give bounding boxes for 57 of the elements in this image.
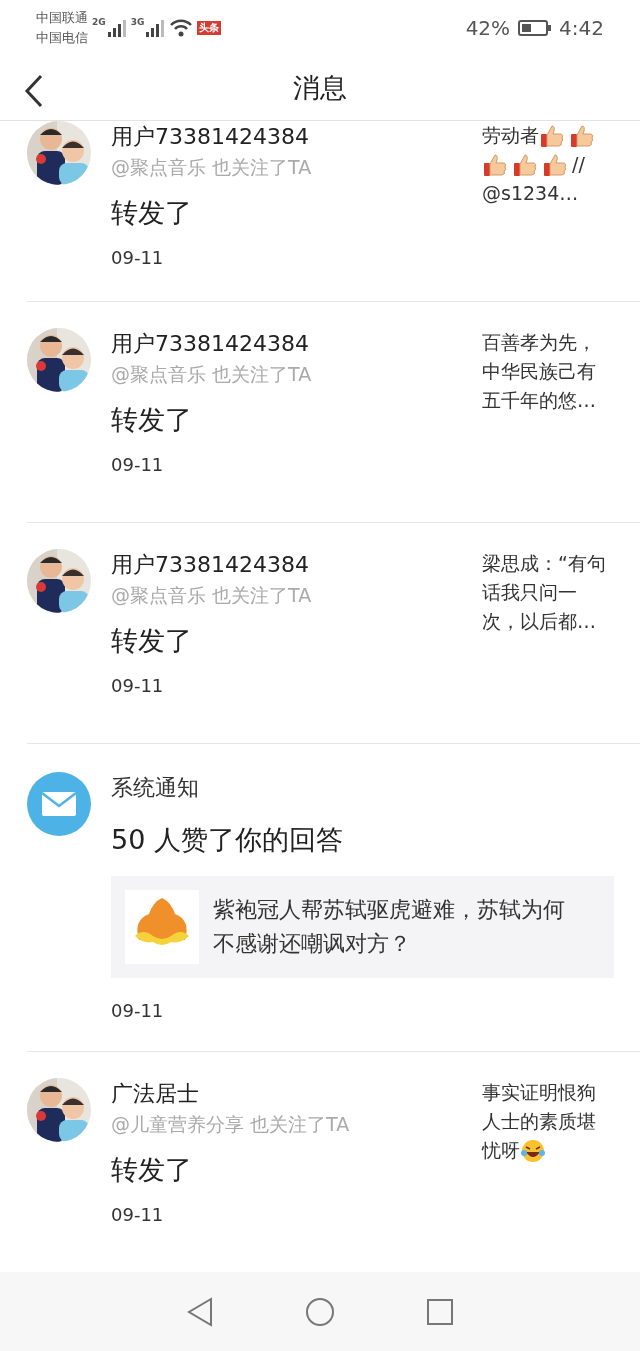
preview-text: @s1234… [482,181,579,206]
message-date: 09-11 [111,246,165,270]
action-text: 转发了 [111,196,193,230]
signal-icon [145,17,166,38]
battery-percent: 42% [465,14,511,42]
message-item[interactable]: 广法居士 @儿童营养分享 也关注了TA 转发了 09-11 事实证明恨狗人士的素质堪 忧呀 [0,1052,640,1272]
user-name: 用户73381424384 [111,551,310,579]
thumbs-up-icon [482,151,508,178]
thumbs-up-icon [512,151,538,178]
preview-text: 百善孝为先，中华民族己有五千年的悠… [482,330,597,413]
laughing-emoji-icon [520,1137,546,1164]
app-notification-badge: 头条 [197,20,222,35]
preview-text: 忧呀 [482,1138,520,1163]
message-item[interactable]: 用户73381424384 @聚点音乐 也关注了TA 转发了 09-11 梁思成：“有句话我只问一次，以后都… [0,523,640,743]
action-text: 转发了 [111,403,193,437]
battery-icon [518,19,552,36]
follow-note: @聚点音乐 也关注了TA [111,362,313,387]
question-title: 紫袍冠人帮苏轼驱虎避难，苏轼为何不感谢还嘲讽对方？ [213,896,566,958]
mail-icon [27,772,91,836]
back-icon [24,73,44,108]
thumbs-up-icon [542,151,568,178]
notification-text: 50 人赞了你的回答 [111,823,344,857]
message-item[interactable]: 系统通知 50 人赞了你的回答 紫袍冠人帮苏轼驱虎避难，苏轼为何不感谢还嘲讽对方？ 09-11 [0,744,640,1051]
back-nav-button[interactable] [185,1296,214,1327]
message-date: 09-11 [111,453,165,477]
preview-text: // [572,152,585,177]
wifi-icon [169,18,194,37]
recents-nav-button[interactable] [426,1297,455,1326]
follow-note: @聚点音乐 也关注了TA [111,155,313,180]
thumbs-up-icon [539,122,565,149]
home-nav-button[interactable] [305,1296,335,1327]
user-name: 广法居士 [111,1080,200,1108]
carrier-name: 中国联通 [36,8,88,27]
network-type: 3G [130,17,145,27]
message-date: 09-11 [111,674,165,698]
page-title: 消息 [293,70,347,105]
sender-name: 系统通知 [111,774,200,802]
signal-icon [106,17,127,38]
preview-text: 事实证明恨狗人士的素质堪 [482,1080,597,1134]
thumbs-up-icon [569,122,595,149]
follow-note: @儿童营养分享 也关注了TA [111,1112,351,1137]
preview-text: 梁思成：“有句话我只问一次，以后都… [482,551,607,634]
clock: 4:42 [559,14,604,42]
user-name: 用户73381424384 [111,123,310,151]
message-item[interactable]: 用户73381424384 @聚点音乐 也关注了TA 转发了 09-11 劳动者 // @s1234… [0,121,640,301]
carrier-name: 中国电信 [36,28,88,47]
preview-text: 劳动者 [482,123,539,148]
message-date: 09-11 [111,1203,165,1227]
action-text: 转发了 [111,624,193,658]
message-item[interactable]: 用户73381424384 @聚点音乐 也关注了TA 转发了 09-11 百善孝为先，中华民族己有五千年的悠… [0,302,640,522]
flame-logo-icon [125,890,199,964]
question-card[interactable]: 紫袍冠人帮苏轼驱虎避难，苏轼为何不感谢还嘲讽对方？ [111,876,614,978]
action-text: 转发了 [111,1153,193,1187]
follow-note: @聚点音乐 也关注了TA [111,583,313,608]
message-date: 09-11 [111,999,165,1023]
network-type: 2G [92,17,106,27]
user-name: 用户73381424384 [111,330,310,358]
